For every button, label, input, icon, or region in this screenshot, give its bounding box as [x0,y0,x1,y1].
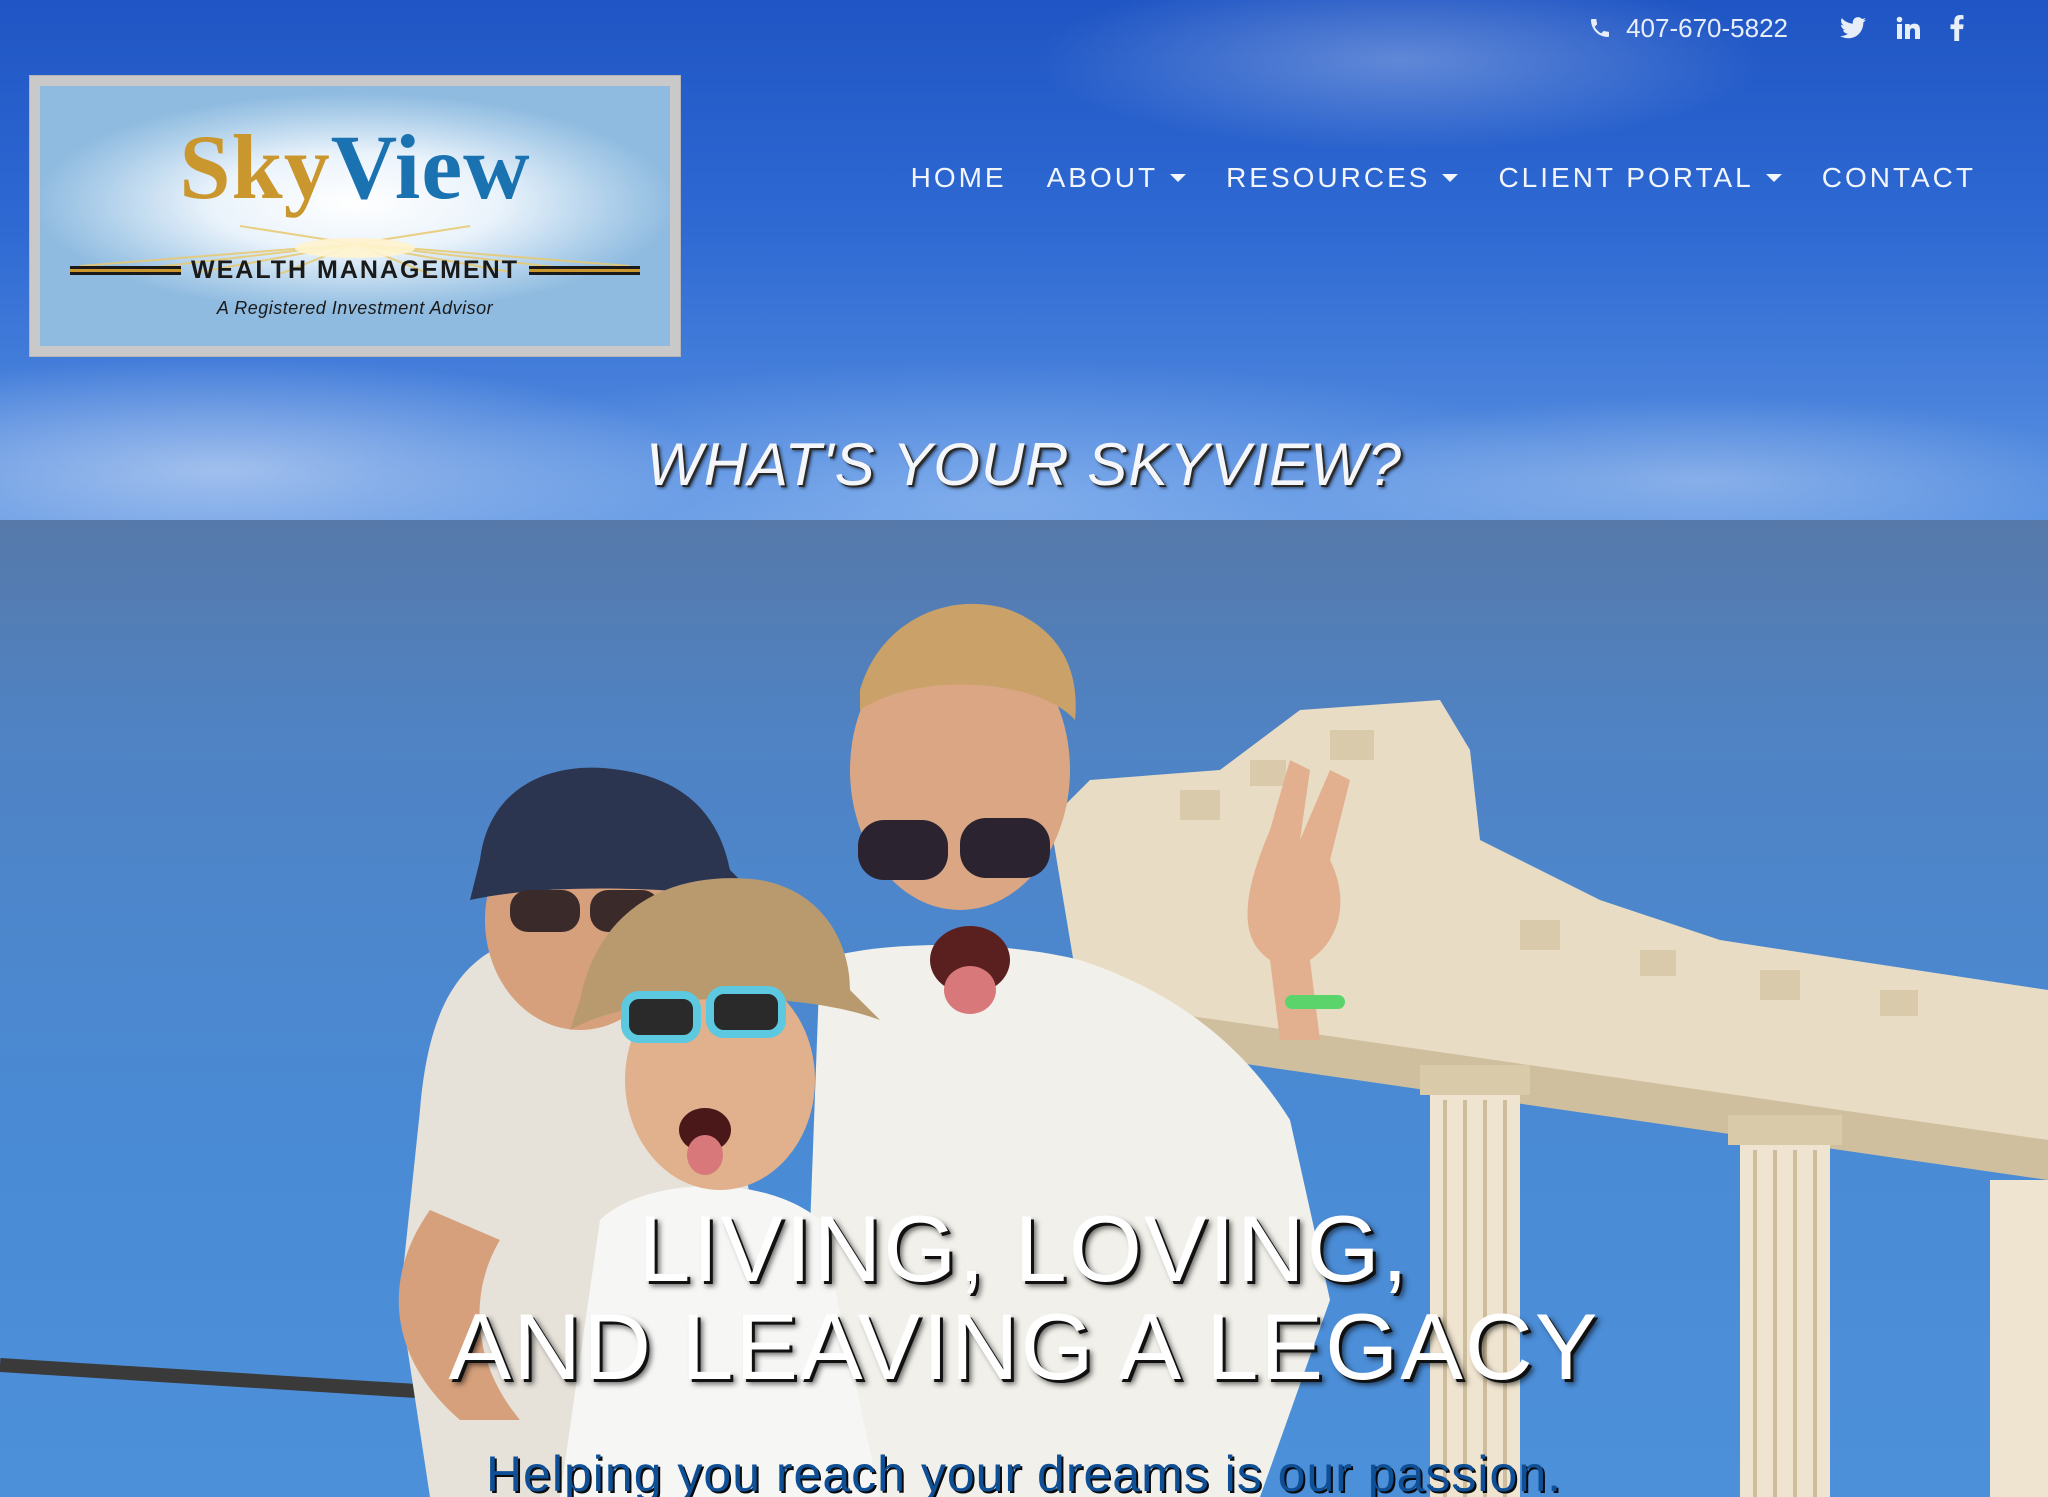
logo-title-sky: Sky [179,116,331,218]
nav-home-label: HOME [910,162,1007,193]
chevron-down-icon [1170,174,1187,182]
nav-resources-label: RESOURCES [1226,162,1431,193]
hero-heading-line1: LIVING, LOVING, [638,1196,1410,1301]
nav-client-portal-label: CLIENT PORTAL [1498,162,1754,193]
nav-about[interactable]: ABOUT [1027,162,1206,194]
banner-tagline: WHAT'S YOUR SKYVIEW? [645,431,1403,498]
social-links [1840,15,1964,41]
chevron-down-icon [1442,174,1459,182]
site-header: 407-670-5822 SkyView WEALTH MANAGEMENT A… [0,0,2048,520]
linkedin-icon[interactable] [1896,16,1920,40]
top-contact-bar: 407-670-5822 [1588,10,1964,46]
hero-heading: LIVING, LOVING, AND LEAVING A LEGACY [0,1200,2048,1396]
hero-section: LIVING, LOVING, AND LEAVING A LEGACY Hel… [0,520,2048,1497]
hero-subheading: Helping you reach your dreams is our pas… [485,1446,1563,1497]
logo-subtitle-row: WEALTH MANAGEMENT [70,256,641,285]
nav-home[interactable]: HOME [891,162,1027,194]
main-nav: HOME ABOUT RESOURCES CLIENT PORTAL CONTA… [891,162,1996,194]
nav-contact-label: CONTACT [1821,162,1976,193]
phone-icon [1588,16,1612,40]
logo-subtitle: WEALTH MANAGEMENT [191,256,519,284]
logo-divider-left [70,266,182,275]
phone-link[interactable]: 407-670-5822 [1588,13,1788,44]
nav-resources[interactable]: RESOURCES [1206,162,1478,194]
twitter-icon[interactable] [1840,17,1866,39]
chevron-down-icon [1765,174,1782,182]
facebook-icon[interactable] [1950,15,1964,41]
nav-about-label: ABOUT [1046,162,1159,193]
logo-title-view: View [330,116,531,218]
nav-contact[interactable]: CONTACT [1802,162,1996,194]
nav-client-portal[interactable]: CLIENT PORTAL [1478,162,1801,194]
site-logo[interactable]: SkyView WEALTH MANAGEMENT A Registered I… [30,76,680,356]
phone-number: 407-670-5822 [1626,12,1788,43]
hero-heading-line2: AND LEAVING A LEGACY [448,1294,1600,1399]
logo-divider-right [528,266,641,275]
logo-tagline: A Registered Investment Advisor [216,298,494,318]
